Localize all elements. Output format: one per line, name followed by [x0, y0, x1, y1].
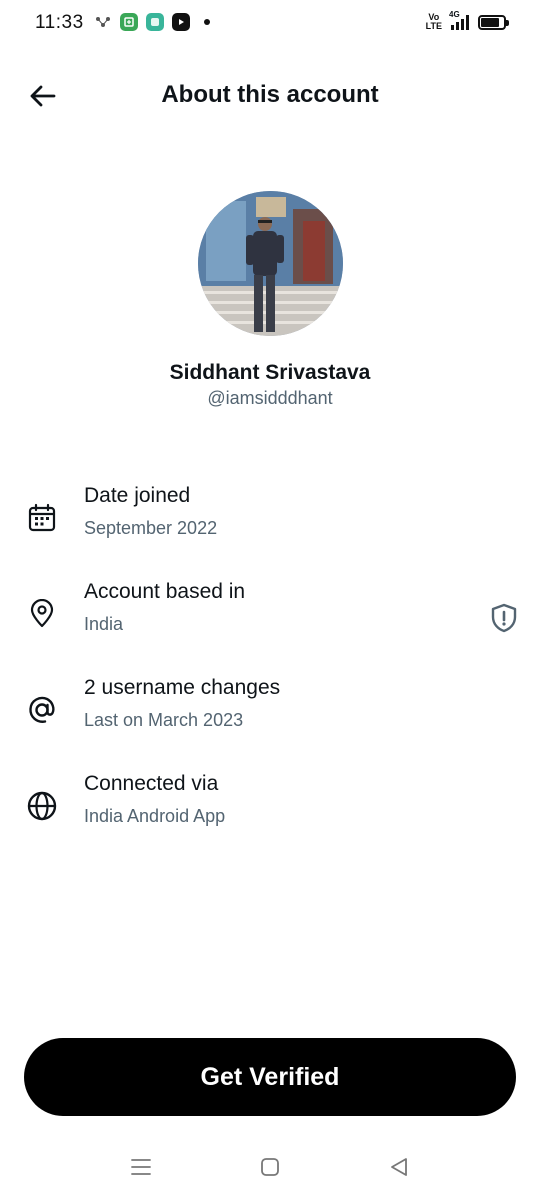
phone-link-icon [94, 13, 112, 31]
info-label: Date joined [84, 484, 191, 507]
youtube-icon [172, 13, 190, 31]
volte-bottom-label: LTE [425, 21, 442, 31]
info-label: Connected via [84, 772, 219, 795]
location-pin-icon [24, 596, 60, 632]
avatar-image [198, 191, 343, 336]
top-app-bar: About this account [0, 70, 540, 122]
home-square-icon [261, 1158, 279, 1176]
calendar-icon [24, 500, 60, 536]
recent-apps-button[interactable] [126, 1153, 156, 1181]
status-time: 11:33 [35, 12, 84, 33]
profile-handle: @iamsidddhant [207, 388, 333, 408]
avatar[interactable] [198, 191, 343, 336]
info-value: India Android App [84, 806, 226, 826]
signal-icon: 4G [449, 10, 469, 30]
app-icon-green [120, 13, 138, 31]
system-nav-bar [0, 1145, 540, 1189]
network-type-label: 4G [449, 10, 460, 19]
get-verified-button[interactable]: Get Verified [24, 1038, 516, 1116]
info-value: September 2022 [84, 518, 218, 538]
status-right-icons: Vo LTE 4G [426, 10, 509, 31]
back-triangle-icon [391, 1158, 407, 1176]
app-icon-teal [146, 13, 164, 31]
page-title: About this account [161, 81, 379, 108]
status-bar: 11:33 Vo LTE 4G [0, 0, 540, 46]
info-value: India [84, 614, 124, 634]
home-button[interactable] [255, 1153, 285, 1181]
info-value: Last on March 2023 [84, 710, 244, 730]
menu-lines-icon [131, 1159, 151, 1175]
info-row-date-joined: Date joined September 2022 [0, 484, 540, 564]
status-left-icons [94, 13, 210, 31]
globe-icon [24, 788, 60, 824]
info-row-account-based-in: Account based in India [0, 580, 540, 660]
shield-alert-icon[interactable] [486, 600, 522, 636]
volte-indicator: Vo LTE [426, 13, 442, 31]
info-row-username-changes: 2 username changes Last on March 2023 [0, 676, 540, 756]
info-row-connected-via: Connected via India Android App [0, 772, 540, 852]
battery-icon [478, 14, 509, 30]
back-nav-button[interactable] [384, 1153, 414, 1181]
notification-dot [204, 19, 210, 25]
profile-name: Siddhant Srivastava [169, 361, 371, 384]
at-sign-icon [24, 692, 60, 728]
info-label: Account based in [84, 580, 246, 603]
info-label: 2 username changes [84, 676, 281, 699]
